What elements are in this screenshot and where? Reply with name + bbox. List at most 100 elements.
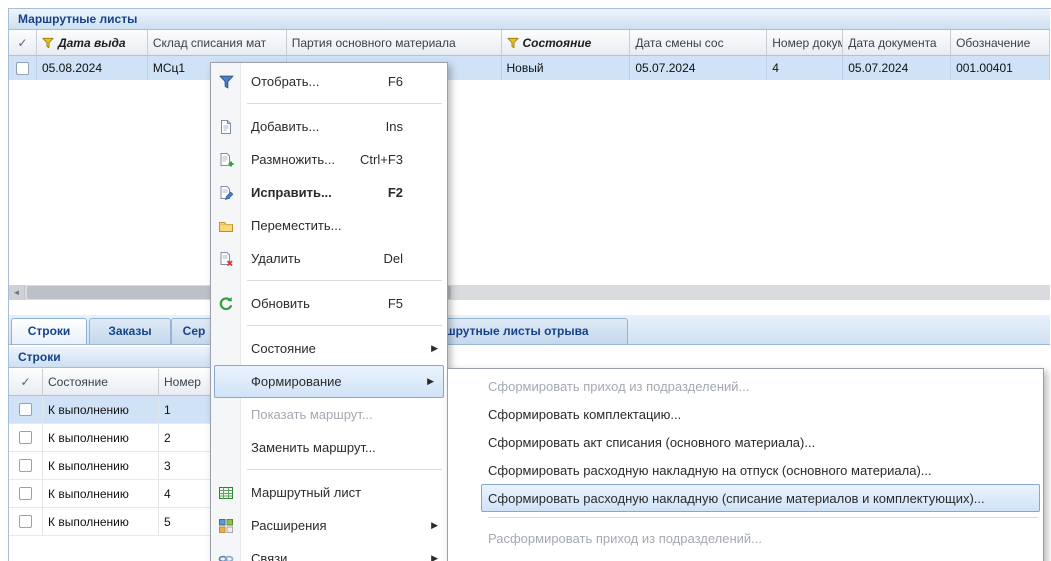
filter-icon: [218, 74, 234, 90]
state-cell: К выполнению: [43, 424, 159, 451]
add-document-icon: [218, 119, 234, 135]
column-header[interactable]: Дата смены сос: [630, 30, 767, 56]
menu-item[interactable]: Размножить...Ctrl+F3: [211, 143, 447, 176]
column-header-label: Дата документа: [848, 36, 936, 50]
menu-separator: [488, 517, 1038, 518]
menu-item-label: Сформировать расходную накладную на отпу…: [488, 463, 932, 478]
row-cell: 05.07.2024: [630, 56, 767, 80]
edit-document-icon: [218, 185, 234, 201]
menu-item[interactable]: Расширения▶: [211, 509, 447, 542]
refresh-icon: [218, 296, 234, 312]
state-cell: К выполнению: [43, 480, 159, 507]
menu-item[interactable]: Удалить Del: [211, 242, 447, 275]
menu-item-label: Расформировать приход из подразделений..…: [488, 531, 762, 546]
row-checkbox[interactable]: [16, 62, 29, 75]
column-header-label: Склад списания мат: [153, 36, 266, 50]
row-select-cell: [9, 424, 43, 451]
menu-item[interactable]: Состояние▶: [211, 332, 447, 365]
top-grid-header: ✓ Дата выда Склад списания мат Партия основ…: [9, 30, 1050, 56]
row-cell: Новый: [502, 56, 631, 80]
menu-item[interactable]: Сформировать комплектацию...: [448, 400, 1043, 428]
submenu-arrow-icon: ▶: [431, 553, 438, 561]
column-header[interactable]: Обозначение: [951, 30, 1050, 56]
column-header[interactable]: Номер докум: [767, 30, 843, 56]
column-header[interactable]: Дата выда: [37, 30, 148, 56]
menu-item[interactable]: Связи▶: [211, 542, 447, 561]
menu-item-label: Сформировать акт списания (основного мат…: [488, 435, 815, 450]
row-checkbox[interactable]: [19, 487, 32, 500]
row-checkbox[interactable]: [19, 403, 32, 416]
row-select-cell: [9, 56, 37, 80]
menu-shortcut: Del: [383, 251, 403, 266]
column-header-label: Партия основного материала: [292, 36, 456, 50]
filter-funnel-icon: [507, 37, 519, 49]
row-checkbox[interactable]: [19, 431, 32, 444]
menu-separator: [247, 280, 442, 281]
column-header[interactable]: Дата документа: [843, 30, 951, 56]
menu-item[interactable]: Исправить... F2: [211, 176, 447, 209]
row-cell: 05.08.2024: [37, 56, 148, 80]
column-header[interactable]: Склад списания мат: [148, 30, 287, 56]
delete-document-icon: [218, 251, 234, 267]
menu-item-label: Обновить: [251, 296, 310, 311]
column-header-label: Обозначение: [956, 36, 1030, 50]
links-icon: [218, 551, 234, 561]
menu-item[interactable]: Заменить маршрут...: [211, 431, 447, 464]
column-header-label: Дата выда: [58, 36, 126, 50]
menu-item: Расформировать приход из подразделений..…: [448, 524, 1043, 552]
row-cell: 001.00401: [951, 56, 1050, 80]
menu-item[interactable]: Формирование▶: [214, 365, 444, 398]
column-header[interactable]: Партия основного материала: [287, 30, 502, 56]
route-sheet-icon: [218, 485, 234, 501]
menu-item[interactable]: Сформировать расходную накладную (списан…: [481, 484, 1040, 512]
top-panel-header: Маршрутные листы: [9, 9, 1050, 30]
menu-item-label: Переместить...: [251, 218, 341, 233]
table-row[interactable]: 05.08.2024МСц1Новый05.07.2024405.07.2024…: [9, 56, 1050, 80]
menu-item-label: Исправить...: [251, 185, 332, 200]
app-root: Маршрутные листы ✓ Дата выда Склад списани…: [0, 0, 1051, 561]
column-header[interactable]: Состояние: [43, 369, 159, 396]
menu-item-label: Сформировать расходную накладную (списан…: [488, 491, 985, 506]
row-cell: 4: [767, 56, 843, 80]
menu-item-label: Маршрутный лист: [251, 485, 361, 500]
menu-separator: [247, 325, 442, 326]
menu-item[interactable]: Обновить F5: [211, 287, 447, 320]
menu-item[interactable]: Переместить...: [211, 209, 447, 242]
menu-item[interactable]: Маршрутный лист: [211, 476, 447, 509]
submenu-arrow-icon: ▶: [431, 343, 438, 354]
row-select-cell: [9, 508, 43, 535]
menu-item-label: Формирование: [251, 374, 342, 389]
row-checkbox[interactable]: [19, 459, 32, 472]
menu-item-label: Сформировать комплектацию...: [488, 407, 681, 422]
row-cell: 05.07.2024: [843, 56, 951, 80]
select-all-column-header: ✓: [9, 369, 43, 396]
menu-item[interactable]: Добавить...Ins: [211, 110, 447, 143]
menu-item-label: Удалить: [251, 251, 301, 266]
bottom-tabs-strip: СтрокиЗаказыСерМаршрутные листы отрыва: [9, 315, 1050, 345]
state-cell: К выполнению: [43, 452, 159, 479]
select-all-column-header: ✓: [9, 30, 37, 56]
row-select-cell: [9, 396, 43, 423]
menu-item[interactable]: Отобрать...F6: [211, 65, 447, 98]
menu-item[interactable]: Сформировать акт списания (основного мат…: [448, 428, 1043, 456]
menu-item-label: Сформировать приход из подразделений...: [488, 379, 749, 394]
menu-shortcut: F5: [388, 296, 403, 311]
column-header-label: Дата смены сос: [635, 36, 723, 50]
menu-shortcut: F2: [388, 185, 403, 200]
menu-item[interactable]: Сформировать расходную накладную на отпу…: [448, 456, 1043, 484]
menu-shortcut: Ins: [386, 119, 403, 134]
menu-item-label: Показать маршрут...: [251, 407, 373, 422]
menu-item: Показать маршрут...: [211, 398, 447, 431]
tab-zakazy[interactable]: Заказы: [89, 318, 171, 344]
row-select-cell: [9, 480, 43, 507]
tab-stroki[interactable]: Строки: [11, 318, 87, 344]
menu-item-label: Расширения: [251, 518, 327, 533]
state-cell: К выполнению: [43, 396, 159, 423]
scroll-left-icon[interactable]: ◄: [9, 285, 25, 300]
menu-item-label: Заменить маршрут...: [251, 440, 376, 455]
row-checkbox[interactable]: [19, 515, 32, 528]
horizontal-scrollbar[interactable]: ◄: [9, 285, 1050, 300]
row-select-cell: [9, 452, 43, 479]
column-header[interactable]: Состояние: [502, 30, 631, 56]
formirovanie-submenu: Сформировать приход из подразделений... С…: [447, 368, 1044, 561]
